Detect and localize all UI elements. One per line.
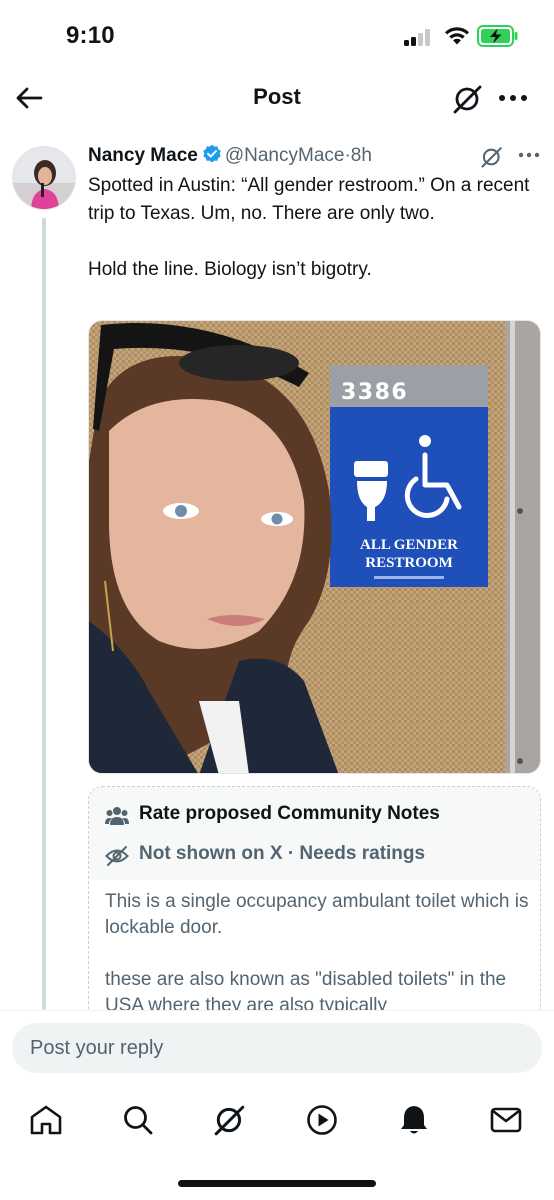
post-text: Spotted in Austin: “All gender restroom.… [88,175,530,280]
sign-text-line-1: ALL GENDER [360,537,458,553]
sign-number: 3386 [341,380,408,405]
author-name[interactable]: Nancy Mace [88,145,198,166]
community-note-body: This is a single occupancy ambulant toil… [105,891,529,1016]
avatar[interactable] [12,146,76,210]
search-icon[interactable] [118,1100,158,1140]
community-note-status: Not shown on X · Needs ratings [139,843,426,864]
battery-charging-icon [477,25,518,47]
author-handle[interactable]: @NancyMace [225,145,345,166]
bottom-nav [0,1086,554,1156]
thread-line [42,218,46,1010]
messages-icon[interactable] [486,1100,526,1140]
grok-icon[interactable] [480,146,504,168]
home-icon[interactable] [26,1100,66,1140]
verified-badge-icon [203,144,221,163]
notifications-icon[interactable] [394,1100,434,1140]
cellular-signal-icon [404,28,434,46]
more-icon[interactable] [498,94,528,102]
sign-text-line-2: RESTROOM [365,555,453,571]
post-author-row: Nancy Mace @NancyMace·8h [88,144,372,170]
post-time[interactable]: 8h [351,145,372,166]
wifi-icon [445,27,469,45]
post-header: Post [0,70,554,126]
not-shown-icon [105,846,129,866]
more-icon[interactable] [518,152,540,158]
community-note-card[interactable]: Rate proposed Community Notes Not shown … [88,786,541,1026]
status-time: 9:10 [66,22,115,49]
post-image[interactable]: 3386 ALL GENDER RESTROOM [88,320,541,774]
status-bar: 9:10 [0,0,554,70]
community-note-header: Rate proposed Community Notes Not shown … [89,787,540,880]
community-people-icon [105,807,129,825]
home-indicator [178,1180,376,1187]
grok-icon[interactable] [452,84,484,114]
grok-icon[interactable] [210,1100,250,1140]
community-note-title: Rate proposed Community Notes [139,803,440,824]
reply-bar [0,1010,554,1086]
video-icon[interactable] [302,1100,342,1140]
reply-input[interactable] [12,1023,542,1073]
